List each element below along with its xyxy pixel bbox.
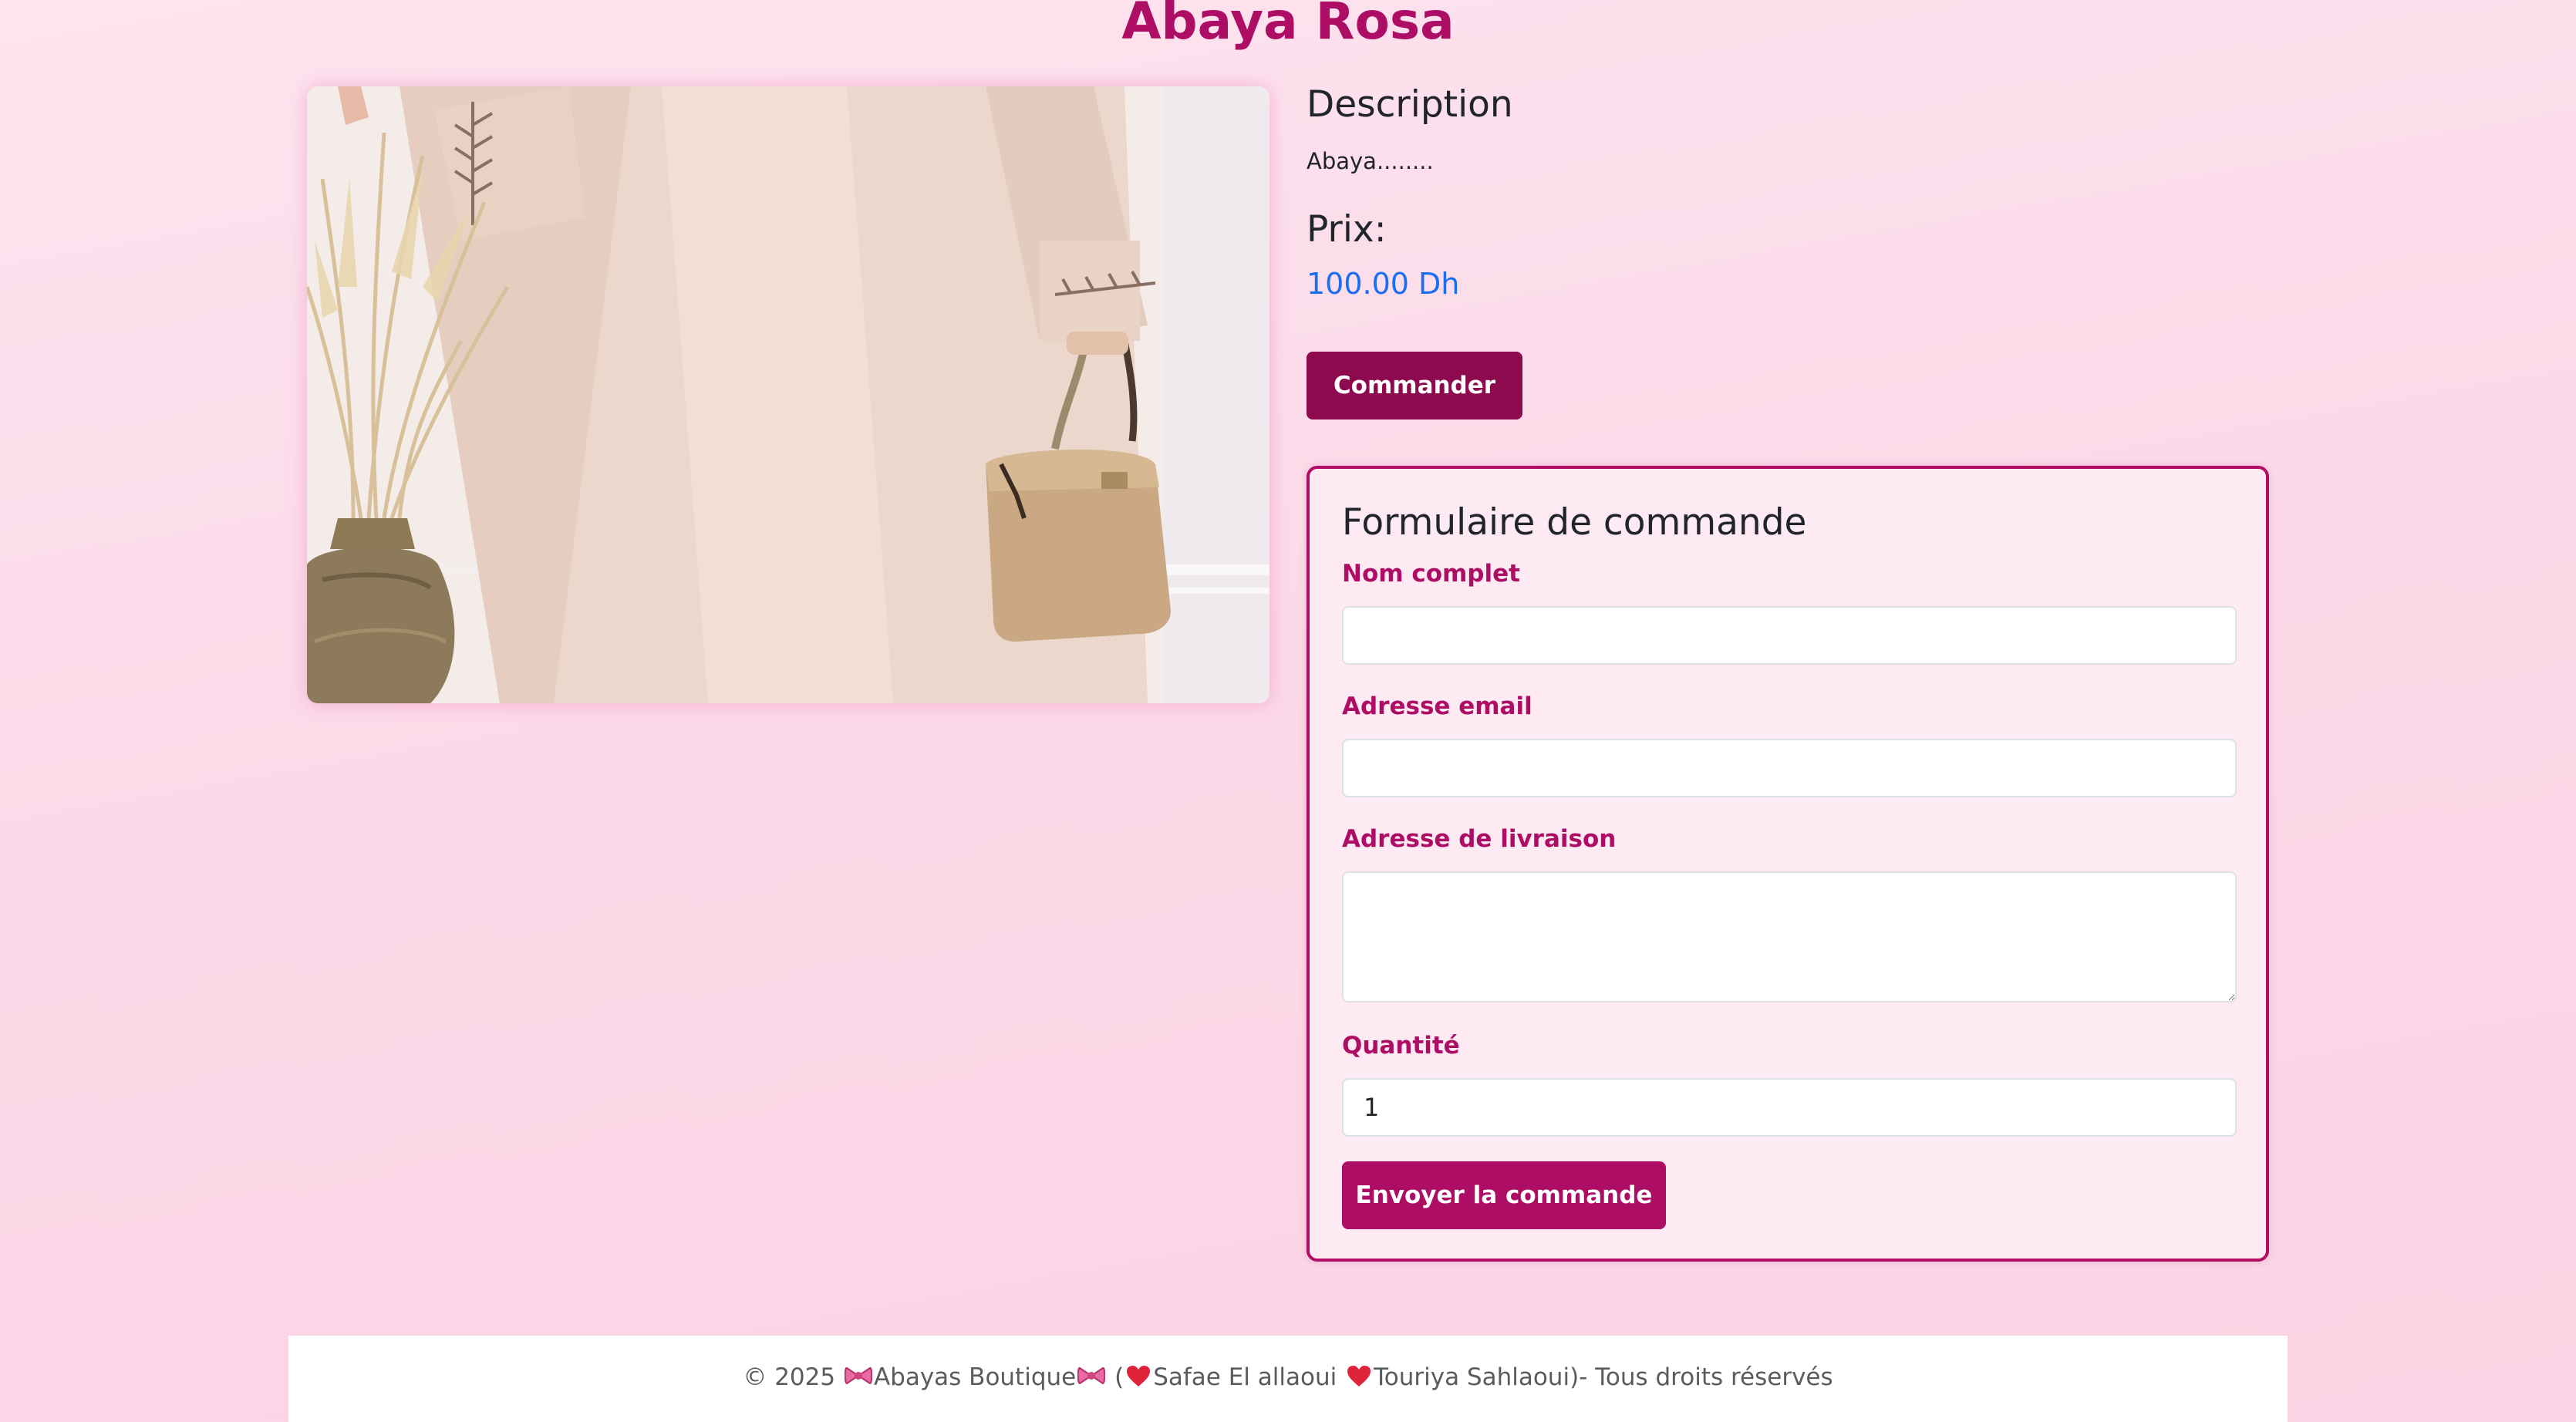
brand-name: Abayas Boutique [873,1363,1077,1391]
quantity-label: Quantité [1342,1032,1460,1060]
address-label: Adresse de livraison [1342,825,1617,853]
ribbon-bow-icon [1077,1365,1106,1394]
order-form: Formulaire de commande Nom complet Adres… [1307,466,2269,1262]
product-details: Description Abaya........ Prix: 100.00 D… [1307,83,2269,420]
author-2: Touriya Sahlaoui)- Tous droits réservés [1374,1363,1833,1391]
ribbon-bow-icon [844,1365,873,1394]
description-text: Abaya........ [1307,148,1434,174]
email-label: Adresse email [1342,692,1532,720]
name-label: Nom complet [1342,560,1520,588]
author-1: Safae El allaoui [1153,1363,1337,1391]
order-button[interactable]: Commander [1307,352,1522,420]
heart-icon [1125,1365,1151,1394]
open-paren: ( [1114,1363,1124,1391]
page-title: Abaya Rosa [1121,0,1455,51]
copyright-text: © 2025 [743,1363,836,1391]
quantity-input[interactable] [1342,1078,2237,1137]
price-value: 100.00 Dh [1307,267,1460,301]
email-input[interactable] [1342,739,2237,797]
product-image [307,86,1269,703]
form-title: Formulaire de commande [1342,501,1807,544]
submit-order-button[interactable]: Envoyer la commande [1342,1161,1666,1229]
heart-icon [1346,1365,1372,1394]
description-heading: Description [1307,83,1513,126]
full-name-input[interactable] [1342,606,2237,665]
delivery-address-input[interactable] [1342,871,2237,1002]
price-heading: Prix: [1307,208,1387,251]
footer: © 2025 Abayas Boutique ( Safae El allaou… [288,1336,2288,1422]
